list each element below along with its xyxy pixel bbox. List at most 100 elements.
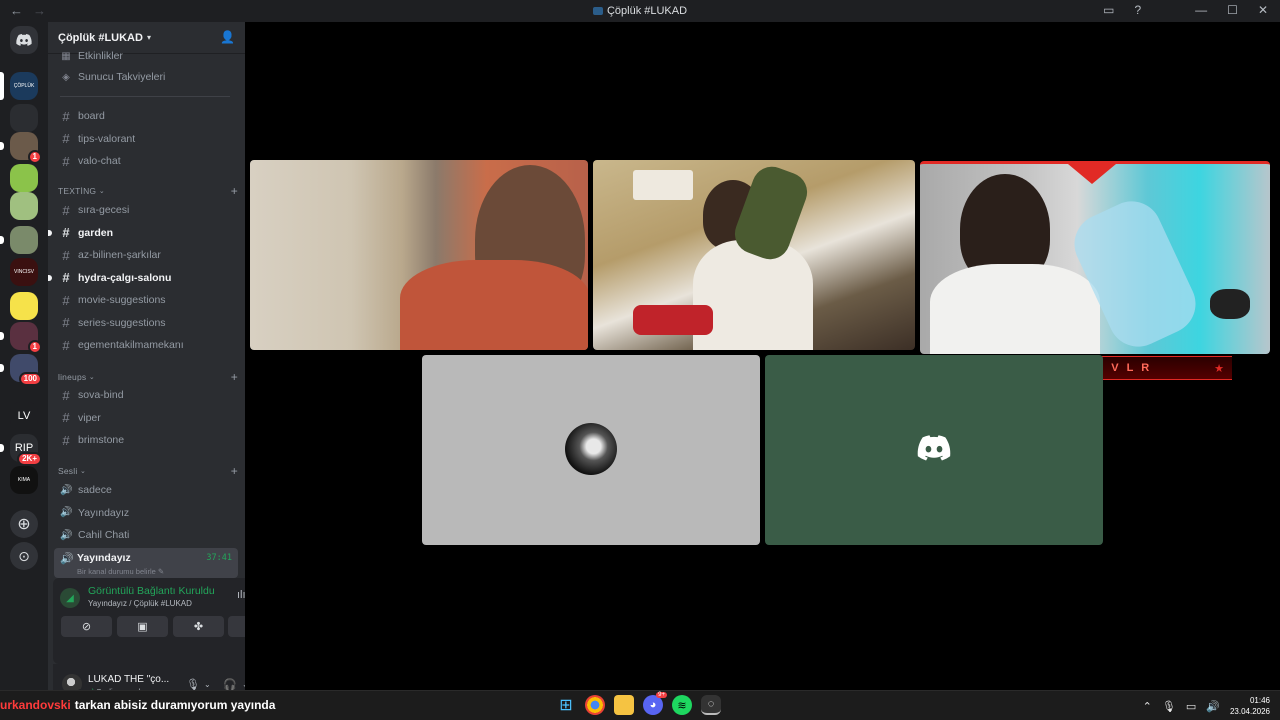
network-icon[interactable]: ▭: [1186, 700, 1196, 713]
server-icon[interactable]: VINCISV: [10, 258, 38, 286]
add-server-button[interactable]: ⊕: [10, 510, 38, 538]
unread-indicator: [48, 274, 52, 281]
clock-time: 01:46: [1249, 696, 1270, 705]
channel-status-text: Bir kanal durumu belirle: [77, 567, 156, 576]
server-icon-label: [10, 192, 38, 220]
channel-label: garden: [78, 226, 114, 239]
maximize-icon[interactable]: ☐: [1227, 3, 1238, 17]
channel-item[interactable]: # hydra-çalgı-salonu: [48, 268, 238, 288]
channel-item[interactable]: # movie-suggestions: [54, 290, 238, 310]
channel-item[interactable]: # sıra-gecesi: [54, 200, 238, 220]
voice-timer: 37:41: [206, 553, 232, 563]
spotify-icon[interactable]: ≋: [672, 695, 692, 715]
voice-status-title[interactable]: Görüntülü Bağlantı Kuruldu: [88, 585, 215, 597]
microphone-icon[interactable]: 🎙: [1162, 700, 1176, 713]
username[interactable]: LUKAD THE "ço...: [88, 674, 169, 685]
close-icon[interactable]: ✕: [1258, 3, 1268, 17]
pencil-icon: ✎: [157, 567, 165, 576]
activities-button[interactable]: ✤: [173, 616, 224, 637]
add-channel-icon[interactable]: +: [231, 370, 238, 384]
server-icon[interactable]: ÇÖPLÜK: [0, 72, 38, 100]
server-icon[interactable]: 100: [0, 354, 42, 386]
server-icon[interactable]: KIMA: [10, 466, 38, 494]
chevron-down-icon: ⌄: [98, 188, 105, 195]
channel-item[interactable]: # brimstone: [54, 430, 238, 450]
camera-button[interactable]: ⊘: [61, 616, 112, 637]
channel-sidebar: Çöplük #LUKAD ▾ 👤 ▦ Etkinlikler ◈ Sunucu Ta…: [48, 22, 287, 706]
video-tile-1[interactable]: [250, 160, 588, 350]
server-icon-label: VINCISV: [10, 258, 38, 286]
hash-icon: #: [62, 131, 70, 146]
channel-status[interactable]: Bir kanal durumu belirle ✎: [77, 567, 164, 576]
voice-status-subtitle[interactable]: Yayındayız / Çöplük #LUKAD: [88, 599, 192, 608]
invite-people-icon[interactable]: 👤: [220, 30, 235, 44]
volume-icon[interactable]: 🔊: [1206, 700, 1220, 713]
app-icon[interactable]: ◌: [701, 695, 721, 715]
server-icon[interactable]: [10, 292, 38, 320]
sidebar-item-events[interactable]: ▦ Etkinlikler: [54, 46, 238, 66]
video-tile-3-featured[interactable]: [920, 161, 1270, 354]
channel-label: Yayındayız: [78, 506, 130, 519]
channel-item[interactable]: # az-bilinen-şarkılar: [54, 245, 238, 265]
channel-label: sıra-gecesi: [78, 204, 130, 216]
participant-figure: [693, 240, 813, 350]
channel-item[interactable]: 🔊 Cahil Chati: [54, 525, 238, 545]
chevron-down-icon[interactable]: ⌄: [204, 680, 211, 689]
active-voice-channel[interactable]: 🔊 Yayındayız 37:41 Bir kanal durumu beli…: [54, 548, 238, 578]
channel-item[interactable]: # garden: [48, 223, 238, 243]
screen-share-button[interactable]: ▣: [117, 616, 168, 637]
channel-item[interactable]: 🔊 sadece: [54, 480, 238, 500]
server-icon[interactable]: [10, 104, 38, 132]
server-icon[interactable]: [10, 192, 38, 220]
add-channel-icon[interactable]: +: [231, 184, 238, 198]
channel-item[interactable]: 🔊 Yayındayız: [54, 503, 238, 523]
sidebar-item-boosts[interactable]: ◈ Sunucu Takviyeleri: [54, 67, 238, 87]
hash-icon: #: [62, 247, 70, 263]
inbox-icon[interactable]: ▭: [1103, 3, 1114, 17]
channel-item[interactable]: # tips-valorant: [54, 129, 238, 149]
server-icon[interactable]: 1: [0, 322, 42, 354]
channel-item[interactable]: # series-suggestions: [54, 313, 238, 333]
server-icon[interactable]: 1: [0, 132, 42, 164]
video-tile-5-discord[interactable]: [765, 355, 1103, 545]
discover-button[interactable]: ⊙: [10, 542, 38, 570]
signal-icon[interactable]: ◢: [60, 588, 80, 608]
file-explorer-icon[interactable]: [614, 695, 634, 715]
channel-item[interactable]: # egementakilmamekanı: [54, 335, 238, 355]
hash-icon: #: [62, 202, 70, 218]
category-texting[interactable]: TEXTİNG ⌄ +: [58, 184, 238, 198]
speaker-icon: 🔊: [60, 484, 73, 496]
unread-indicator: [48, 229, 52, 236]
tray-overflow-icon[interactable]: ⌃: [1143, 700, 1152, 713]
server-icon[interactable]: [10, 164, 38, 192]
add-channel-icon[interactable]: +: [231, 464, 238, 478]
category-sesli[interactable]: Sesli ⌄ +: [58, 464, 238, 478]
windows-start-icon[interactable]: ⊞: [556, 695, 576, 715]
server-icon[interactable]: LV: [10, 402, 38, 430]
sidebar-item-label: Sunucu Takviyeleri: [78, 71, 166, 83]
help-icon[interactable]: ?: [1134, 3, 1141, 17]
server-mini-icon: [592, 7, 603, 15]
server-icon-label: [10, 226, 38, 254]
discord-home-button[interactable]: [10, 26, 38, 54]
discord-taskbar-icon[interactable]: ◕ 9+: [643, 692, 667, 715]
avatar: [565, 423, 617, 475]
channel-item[interactable]: # sova-bind: [54, 385, 238, 405]
server-icon[interactable]: RIP 2K+: [0, 434, 42, 466]
channel-item[interactable]: # valo-chat: [54, 151, 238, 171]
clock[interactable]: 01:46 23.04.2026: [1230, 695, 1270, 717]
unread-indicator: [0, 142, 4, 150]
chat-ticker: urkandovski tarkan abisiz duramıyorum yay…: [0, 698, 275, 712]
video-tile-2[interactable]: [593, 160, 915, 350]
minimize-icon[interactable]: —: [1195, 3, 1207, 17]
chevron-down-icon: ▾: [146, 33, 151, 42]
chrome-icon[interactable]: [585, 695, 605, 715]
channel-item[interactable]: # viper: [54, 408, 238, 428]
category-lineups[interactable]: lineups ⌄ +: [58, 370, 238, 384]
discord-logo-icon: [16, 34, 32, 46]
chair-shape: [633, 305, 713, 335]
channel-item[interactable]: # board: [54, 106, 238, 126]
video-tile-4-avatar[interactable]: [422, 355, 760, 545]
hash-icon: #: [62, 270, 70, 285]
server-icon[interactable]: [0, 226, 38, 254]
